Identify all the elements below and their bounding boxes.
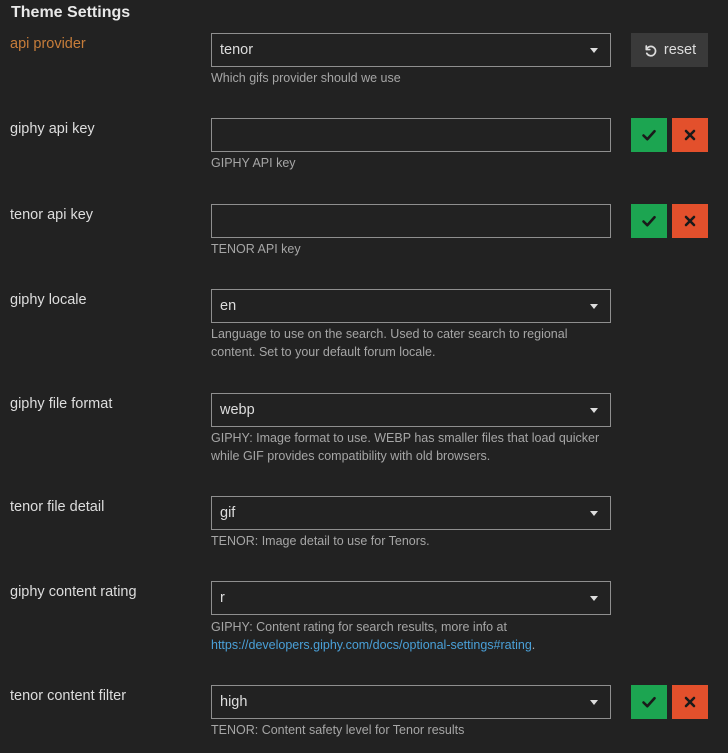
tenor-api-key-cancel-button[interactable] <box>672 204 708 238</box>
giphy-content-rating-label: giphy content rating <box>10 584 137 600</box>
checkmark-icon <box>642 129 656 141</box>
giphy-api-key-save-button[interactable] <box>631 118 667 152</box>
close-icon <box>684 129 696 141</box>
tenor-content-filter-description: TENOR: Content safety level for Tenor re… <box>211 723 465 737</box>
giphy-content-rating-select[interactable]: r <box>211 581 611 615</box>
page-title: Theme Settings <box>11 4 131 21</box>
tenor-api-key-description: TENOR API key <box>211 242 301 256</box>
chevron-down-icon <box>590 700 598 705</box>
tenor-content-filter-cancel-button[interactable] <box>672 685 708 719</box>
api-provider-select[interactable]: tenor <box>211 33 611 67</box>
giphy-content-rating-value: r <box>220 590 225 606</box>
giphy-locale-select[interactable]: en <box>211 289 611 323</box>
chevron-down-icon <box>590 596 598 601</box>
giphy-locale-description: Language to use on the search. Used to c… <box>211 327 568 359</box>
checkmark-icon <box>642 696 656 708</box>
tenor-content-filter-label: tenor content filter <box>10 688 127 704</box>
giphy-api-key-label: giphy api key <box>10 121 95 137</box>
giphy-locale-label: giphy locale <box>10 292 87 308</box>
giphy-rating-docs-link[interactable]: https://developers.giphy.com/docs/option… <box>211 638 532 652</box>
undo-icon <box>645 44 657 57</box>
giphy-file-format-description: GIPHY: Image format to use. WEBP has sma… <box>211 431 600 463</box>
tenor-api-key-label: tenor api key <box>10 207 94 223</box>
tenor-content-filter-select[interactable]: high <box>211 685 611 719</box>
tenor-api-key-input[interactable] <box>211 204 611 238</box>
chevron-down-icon <box>590 408 598 413</box>
giphy-content-rating-description: GIPHY: Content rating for search results… <box>211 618 611 654</box>
api-provider-description: Which gifs provider should we use <box>211 71 401 85</box>
checkmark-icon <box>642 215 656 227</box>
giphy-file-format-label: giphy file format <box>10 396 113 412</box>
giphy-api-key-description: GIPHY API key <box>211 156 296 170</box>
giphy-content-rating-description-text: GIPHY: Content rating for search results… <box>211 620 507 634</box>
tenor-file-detail-value: gif <box>220 505 236 521</box>
tenor-file-detail-label: tenor file detail <box>10 499 105 515</box>
tenor-content-filter-save-button[interactable] <box>631 685 667 719</box>
api-provider-value: tenor <box>220 42 254 58</box>
giphy-file-format-select[interactable]: webp <box>211 393 611 427</box>
theme-settings-page: Theme Settings api provider tenor Which … <box>0 0 728 753</box>
tenor-content-filter-value: high <box>220 694 248 710</box>
giphy-file-format-value: webp <box>220 402 255 418</box>
close-icon <box>684 696 696 708</box>
chevron-down-icon <box>590 48 598 53</box>
giphy-api-key-cancel-button[interactable] <box>672 118 708 152</box>
reset-button-label: reset <box>663 42 697 58</box>
giphy-content-rating-description-suffix: . <box>531 638 536 652</box>
giphy-locale-value: en <box>220 298 237 314</box>
api-provider-label: api provider <box>10 36 86 52</box>
close-icon <box>684 215 696 227</box>
tenor-file-detail-select[interactable]: gif <box>211 496 611 530</box>
tenor-api-key-save-button[interactable] <box>631 204 667 238</box>
reset-button[interactable]: reset <box>631 33 708 67</box>
tenor-file-detail-description: TENOR: Image detail to use for Tenors. <box>211 534 430 548</box>
chevron-down-icon <box>590 511 598 516</box>
giphy-api-key-input[interactable] <box>211 118 611 152</box>
chevron-down-icon <box>590 304 598 309</box>
